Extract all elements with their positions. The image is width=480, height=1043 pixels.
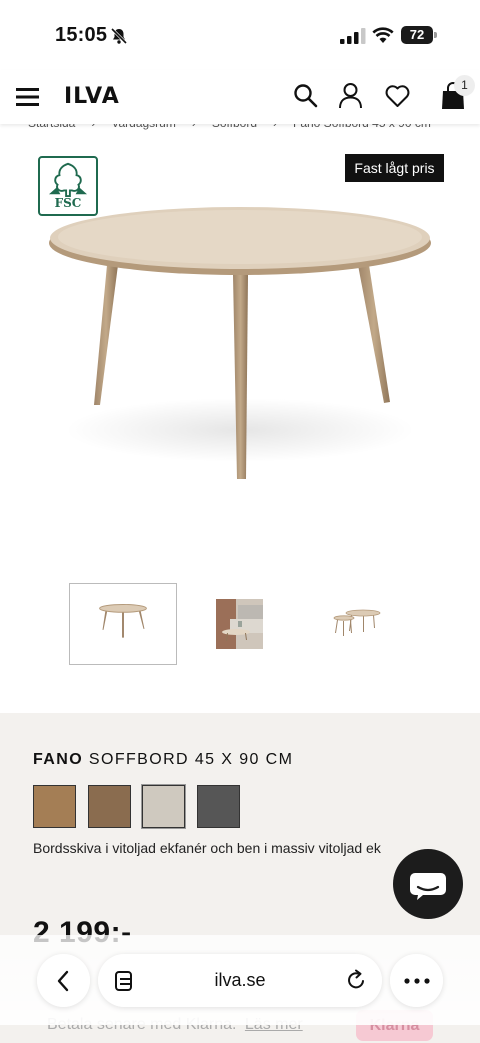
signal-icon [340,28,366,44]
fixed-low-price-badge: Fast lågt pris [345,154,444,182]
thumbnail-2[interactable] [186,583,294,665]
browser-more-button[interactable] [390,954,443,1007]
bell-muted-icon [110,27,128,45]
product-name: SOFFBORD 45 X 90 CM [88,751,294,768]
thumbnail-nested-tables-image [333,609,381,636]
reload-icon[interactable] [345,969,367,991]
site-header: ILVA 1 [0,70,480,124]
thumbnail-room-image [216,599,263,649]
product-image[interactable] [45,195,435,495]
browser-back-button[interactable] [37,954,90,1007]
status-bar: 15:05 72 [0,0,480,70]
url-text: ilva.se [214,970,266,990]
thumbnail-3[interactable] [303,583,411,665]
ilva-logo[interactable]: ILVA [64,84,120,109]
battery-level: 72 [409,27,425,42]
color-swatch-selected[interactable] [142,785,185,828]
account-icon[interactable] [338,82,363,109]
fsc-tree-icon [49,162,87,198]
cart-count-badge: 1 [454,75,475,96]
chevron-left-icon [57,970,69,992]
menu-icon[interactable] [16,87,39,107]
browser-toolbar: ilva.se [0,935,480,1025]
status-time: 15:05 [55,24,108,46]
chat-bubble-icon [410,873,446,900]
thumbnail-1[interactable] [69,583,177,665]
battery-icon: 72 [401,26,437,44]
color-swatch[interactable] [88,785,131,828]
wifi-icon [372,27,394,43]
address-bar[interactable]: ilva.se [98,954,382,1007]
search-icon[interactable] [293,83,318,108]
product-title: FANO SOFFBORD 45 X 90 CM [33,751,293,769]
thumbnail-table-image [99,604,147,638]
color-swatch[interactable] [197,785,240,828]
product-description: Bordsskiva i vitoljad ekfanér och ben i … [33,840,381,856]
chat-button[interactable] [393,849,463,919]
heart-icon[interactable] [385,84,410,108]
product-brand: FANO [33,751,84,768]
color-swatch[interactable] [33,785,76,828]
more-dots-icon [404,978,430,984]
